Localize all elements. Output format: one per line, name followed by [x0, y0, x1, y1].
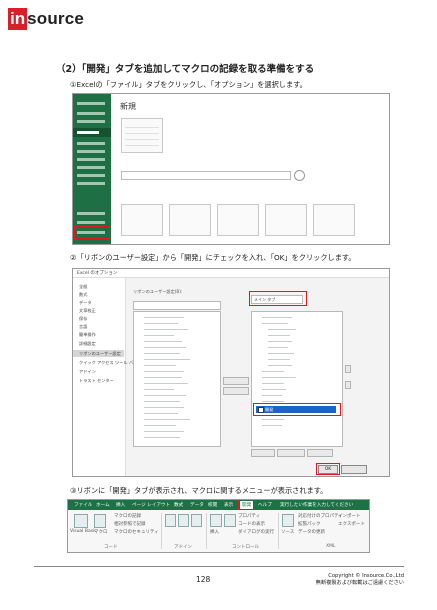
- nav-item-ribbon-customize: リボンのユーザー設定: [79, 351, 121, 356]
- backstage-new-item: [73, 128, 111, 137]
- ribbon-body: Visual Basic マクロ マクロの記録 相対参照で記録 マクロのセキュリ…: [68, 510, 369, 552]
- design-mode-icon: [224, 514, 236, 527]
- view-code-label: コードの表示: [238, 522, 265, 527]
- ribbon-tab: 数式: [174, 503, 184, 508]
- separator: [161, 513, 162, 549]
- template-2: [169, 204, 211, 236]
- source-icon: [282, 514, 294, 527]
- excel-addin-icon: [178, 514, 189, 527]
- ribbon-tab: ヘルプ: [258, 503, 272, 508]
- commands-list: [133, 311, 221, 447]
- options-highlight-box: [74, 226, 110, 239]
- combo-label: リボンのユーザー設定(B):: [133, 289, 183, 294]
- copyright-text: Copyright © Insource.Co.,Ltd: [328, 573, 404, 579]
- step-2-text: ②「リボンのユーザー設定」から「開発」にチェックを入れ、「OK」をクリックします…: [70, 253, 356, 262]
- move-up-button: [345, 365, 351, 373]
- screenshot-excel-backstage: 新規: [72, 93, 390, 245]
- group-addin-label: アドイン: [174, 545, 192, 550]
- nav-item: トラスト センター: [79, 378, 114, 383]
- options-nav: 全般 数式 データ 文章校正 保存 言語 簡単操作 詳細設定 リボンのユーザー設…: [73, 278, 137, 476]
- commands-combo: [133, 301, 221, 310]
- ribbon-tab: 表示: [224, 503, 234, 508]
- ribbon-tab: ホーム: [96, 503, 110, 508]
- source-label: ソース: [281, 530, 295, 535]
- template-search-box: [121, 171, 291, 180]
- insource-logo: in source: [8, 8, 84, 30]
- backstage-sidebar: [73, 94, 111, 244]
- com-addin-icon: [191, 514, 202, 527]
- expansion-pack-label: 拡張パック: [298, 522, 321, 527]
- export-label: エクスポート: [338, 522, 365, 527]
- nav-item: 詳細設定: [79, 341, 96, 346]
- cancel-button: [341, 465, 367, 474]
- relative-ref-label: 相対参照で記録: [114, 522, 146, 527]
- ribbon-tab-bar: ファイル ホーム 挿入 ページ レイアウト 数式 データ 校閲 表示 開発 ヘル…: [68, 500, 369, 510]
- rename-button: [307, 449, 333, 457]
- backstage-title: 新規: [120, 102, 136, 111]
- nav-item: アドイン: [79, 369, 96, 374]
- move-down-button: [345, 381, 351, 389]
- refresh-data-label: データの更新: [298, 530, 325, 535]
- separator: [278, 513, 279, 549]
- record-macro-label: マクロの記録: [114, 514, 141, 519]
- ribbon-tab: データ: [190, 503, 204, 508]
- step-1-text: ①Excelの「ファイル」タブをクリックし、「オプション」を選択します。: [70, 80, 307, 89]
- ribbon-tab: 校閲: [208, 503, 218, 508]
- nav-item: 文章校正: [79, 308, 96, 313]
- insert-control-label: 挿入: [210, 530, 219, 535]
- developer-highlight-box: [253, 403, 341, 416]
- group-code-label: コード: [104, 545, 118, 550]
- macro-security-label: マクロのセキュリティ: [114, 530, 159, 535]
- options-titlebar: Excel のオプション: [73, 269, 389, 278]
- template-3: [217, 204, 259, 236]
- macro-label: マクロ: [94, 530, 108, 535]
- screenshot-developer-ribbon: ファイル ホーム 挿入 ページ レイアウト 数式 データ 校閲 表示 開発 ヘル…: [67, 499, 370, 553]
- properties-label: プロパティ: [238, 514, 261, 519]
- nav-item: 数式: [79, 292, 88, 297]
- import-label: インポート: [338, 514, 361, 519]
- search-icon: [294, 170, 305, 181]
- nav-item: 簡単操作: [79, 332, 96, 337]
- macro-icon: [94, 514, 106, 528]
- separator: [206, 513, 207, 549]
- new-tab-button: [251, 449, 275, 457]
- section-heading: （2）「開発」タブを追加してマクロの記録を取る準備をする: [56, 64, 315, 75]
- nav-item: 保存: [79, 316, 88, 321]
- template-blank-workbook: [121, 118, 163, 153]
- nav-item: データ: [79, 300, 92, 305]
- template-4: [265, 204, 307, 236]
- reproduction-notice: 無断複製および転載はご遠慮ください: [315, 580, 404, 586]
- template-5: [313, 204, 355, 236]
- copyright-block: Copyright © Insource.Co.,Ltd 無断複製および転載はご…: [316, 573, 404, 587]
- insert-control-icon: [210, 514, 222, 527]
- new-group-button: [277, 449, 305, 457]
- main-tabs-list: 開発: [251, 311, 343, 447]
- nav-item: 全般: [79, 284, 88, 289]
- ribbon-tab: ページ レイアウト: [132, 503, 171, 508]
- ribbon-combo-highlight: [249, 291, 307, 306]
- ok-highlight-box: [316, 463, 340, 475]
- page-number: 128: [196, 575, 211, 584]
- run-dialog-label: ダイアログの実行: [238, 530, 274, 535]
- nav-item: 言語: [79, 324, 88, 329]
- map-properties-label: 対応付けのプロパティ: [298, 514, 343, 519]
- ribbon-tab: 挿入: [116, 503, 126, 508]
- footer-rule: [34, 566, 404, 567]
- visual-basic-label: Visual Basic: [70, 529, 97, 534]
- visual-basic-icon: [74, 514, 88, 528]
- group-controls-label: コントロール: [232, 545, 259, 550]
- remove-button: [223, 387, 249, 395]
- template-1: [121, 204, 163, 236]
- tell-me-box: 実行したい作業を入力してください: [280, 503, 354, 508]
- addin-icon: [165, 514, 176, 527]
- screenshot-excel-options: Excel のオプション 全般 数式 データ 文章校正 保存 言語 簡単操作 詳…: [72, 268, 390, 477]
- group-xml-label: XML: [326, 544, 336, 549]
- step-3-text: ③リボンに「開発」タブが表示され、マクロに関するメニューが表示されます。: [70, 486, 328, 495]
- logo-source: source: [27, 9, 85, 28]
- add-button: [223, 377, 249, 385]
- nav-item: クイック アクセス ツール バー: [79, 360, 138, 365]
- ribbon-tab: ファイル: [74, 503, 93, 508]
- logo-in: in: [8, 8, 28, 30]
